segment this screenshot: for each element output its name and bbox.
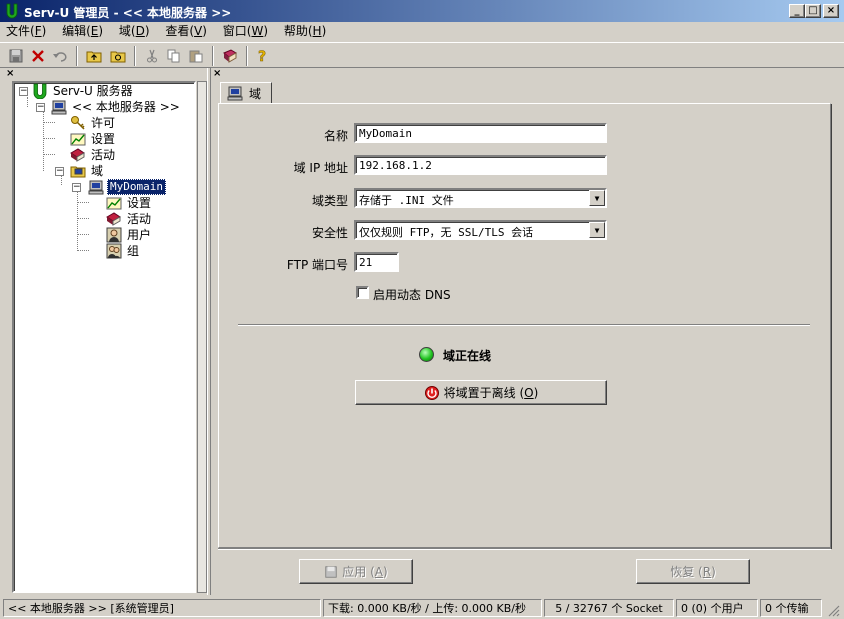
window-title: Serv-U 管理员 - << 本地服务器 >> xyxy=(24,6,232,20)
security-label: 安全性 xyxy=(311,226,348,240)
chevron-down-icon[interactable]: ▼ xyxy=(589,190,605,206)
menu-edit[interactable]: 编辑(E) xyxy=(56,22,109,41)
close-button[interactable]: × xyxy=(823,4,839,18)
dynamic-dns-checkbox[interactable] xyxy=(356,286,369,299)
status-transfers: 0 个传输 xyxy=(760,599,822,617)
minimize-button[interactable]: _ xyxy=(789,4,805,18)
apply-button[interactable]: 应用 (A) xyxy=(299,559,413,584)
online-status-led-icon xyxy=(419,347,434,362)
chevron-down-icon[interactable]: ▼ xyxy=(589,222,605,238)
ip-label: 域 IP 地址 xyxy=(293,161,348,175)
activity-book-icon xyxy=(106,211,122,227)
menu-window[interactable]: 窗口(W) xyxy=(217,22,274,41)
status-sockets: 5 / 32767 个 Socket xyxy=(544,599,674,617)
tree-scrollbar[interactable] xyxy=(197,81,207,593)
menu-view[interactable]: 查看(V) xyxy=(159,22,213,41)
dynamic-dns-label[interactable]: 启用动态 DNS xyxy=(373,286,451,303)
tree-item-domain-settings[interactable]: 设置 xyxy=(106,195,153,211)
key-icon xyxy=(70,115,86,131)
name-label: 名称 xyxy=(323,129,348,143)
copy-icon[interactable] xyxy=(164,46,184,66)
reset-button[interactable]: 恢复 (R) xyxy=(636,559,750,584)
name-input[interactable]: MyDomain xyxy=(354,123,607,143)
svg-text:?: ? xyxy=(258,49,266,64)
folder-up-icon[interactable] xyxy=(84,46,104,66)
tab-label: 域 xyxy=(249,86,262,101)
domain-computer-icon xyxy=(88,179,104,195)
right-pane-close-icon[interactable]: × xyxy=(213,68,221,79)
computer-icon xyxy=(51,99,67,115)
left-pane-close-icon[interactable]: × xyxy=(6,68,14,79)
expander-root[interactable]: − xyxy=(19,87,28,96)
take-offline-button[interactable]: 将域置于离线 (O) xyxy=(355,380,607,405)
title-bar[interactable]: Serv-U 管理员 - << 本地服务器 >> _ □ × xyxy=(0,0,844,22)
status-users: 0 (0) 个用户 xyxy=(676,599,758,617)
delete-icon[interactable] xyxy=(28,46,48,66)
save-icon xyxy=(325,565,337,578)
settings-chart-icon xyxy=(70,131,86,147)
undo-icon[interactable] xyxy=(50,46,70,66)
tree-item-domains[interactable]: 域 xyxy=(70,163,105,179)
server-tree[interactable]: − Serv-U 服务器 − << 本地服务器 >> 许可 设置 活动 − 域 … xyxy=(12,81,196,593)
port-label: FTP 端口号 xyxy=(286,258,348,272)
status-bar: << 本地服务器 >> [系统管理员] 下载: 0.000 KB/秒 / 上传:… xyxy=(0,597,844,619)
tree-item-local-server[interactable]: << 本地服务器 >> xyxy=(51,99,182,115)
folder-refresh-icon[interactable] xyxy=(108,46,128,66)
tree-item-domain-activity[interactable]: 活动 xyxy=(106,211,153,227)
expander-domains[interactable]: − xyxy=(55,167,64,176)
tree-item-activity[interactable]: 活动 xyxy=(70,147,117,163)
tree-item-license[interactable]: 许可 xyxy=(70,115,117,131)
activity-book-icon xyxy=(70,147,86,163)
expander-mydomain[interactable]: − xyxy=(72,183,81,192)
type-select[interactable]: 存储于 .INI 文件 ▼ xyxy=(354,188,607,208)
port-input[interactable]: 21 xyxy=(354,252,399,272)
menu-domain[interactable]: 域(D) xyxy=(113,22,156,41)
servu-logo-icon xyxy=(6,3,18,19)
tree-item-servu-server[interactable]: Serv-U 服务器 xyxy=(32,83,135,99)
tab-domain[interactable]: 域 xyxy=(220,82,272,104)
tree-item-groups[interactable]: 组 xyxy=(106,243,141,259)
settings-chart-icon xyxy=(106,195,122,211)
power-off-icon xyxy=(424,385,439,400)
cut-icon[interactable] xyxy=(142,46,162,66)
separator xyxy=(238,324,810,326)
menu-bar: 文件(F) 编辑(E) 域(D) 查看(V) 窗口(W) 帮助(H) xyxy=(0,22,844,41)
servu-server-icon xyxy=(32,83,48,99)
maximize-button[interactable]: □ xyxy=(805,4,821,18)
menu-file[interactable]: 文件(F) xyxy=(0,22,52,41)
ip-input[interactable]: 192.168.1.2 xyxy=(354,155,607,175)
paste-icon[interactable] xyxy=(186,46,206,66)
tree-item-settings[interactable]: 设置 xyxy=(70,131,117,147)
resize-grip-icon[interactable] xyxy=(826,603,840,617)
toolbar: ? xyxy=(0,42,844,68)
security-select[interactable]: 仅仅规则 FTP，无 SSL/TLS 会话 ▼ xyxy=(354,220,607,240)
domain-folder-icon xyxy=(70,163,86,179)
status-server: << 本地服务器 >> [系统管理员] xyxy=(3,599,321,617)
pane-splitter[interactable] xyxy=(207,68,211,595)
status-transfer-rate: 下载: 0.000 KB/秒 / 上传: 0.000 KB/秒 xyxy=(323,599,542,617)
domain-computer-icon xyxy=(227,86,243,101)
user-icon xyxy=(106,227,122,243)
group-icon xyxy=(106,243,122,259)
menu-help[interactable]: 帮助(H) xyxy=(278,22,332,41)
online-status-text: 域正在线 xyxy=(443,349,492,363)
help-icon[interactable]: ? xyxy=(252,46,272,66)
save-icon[interactable] xyxy=(6,46,26,66)
expander-server[interactable]: − xyxy=(36,103,45,112)
tree-item-mydomain[interactable]: MyDomain xyxy=(88,179,166,195)
tree-item-users[interactable]: 用户 xyxy=(106,227,153,243)
type-label: 域类型 xyxy=(311,194,348,208)
book-icon[interactable] xyxy=(220,46,240,66)
